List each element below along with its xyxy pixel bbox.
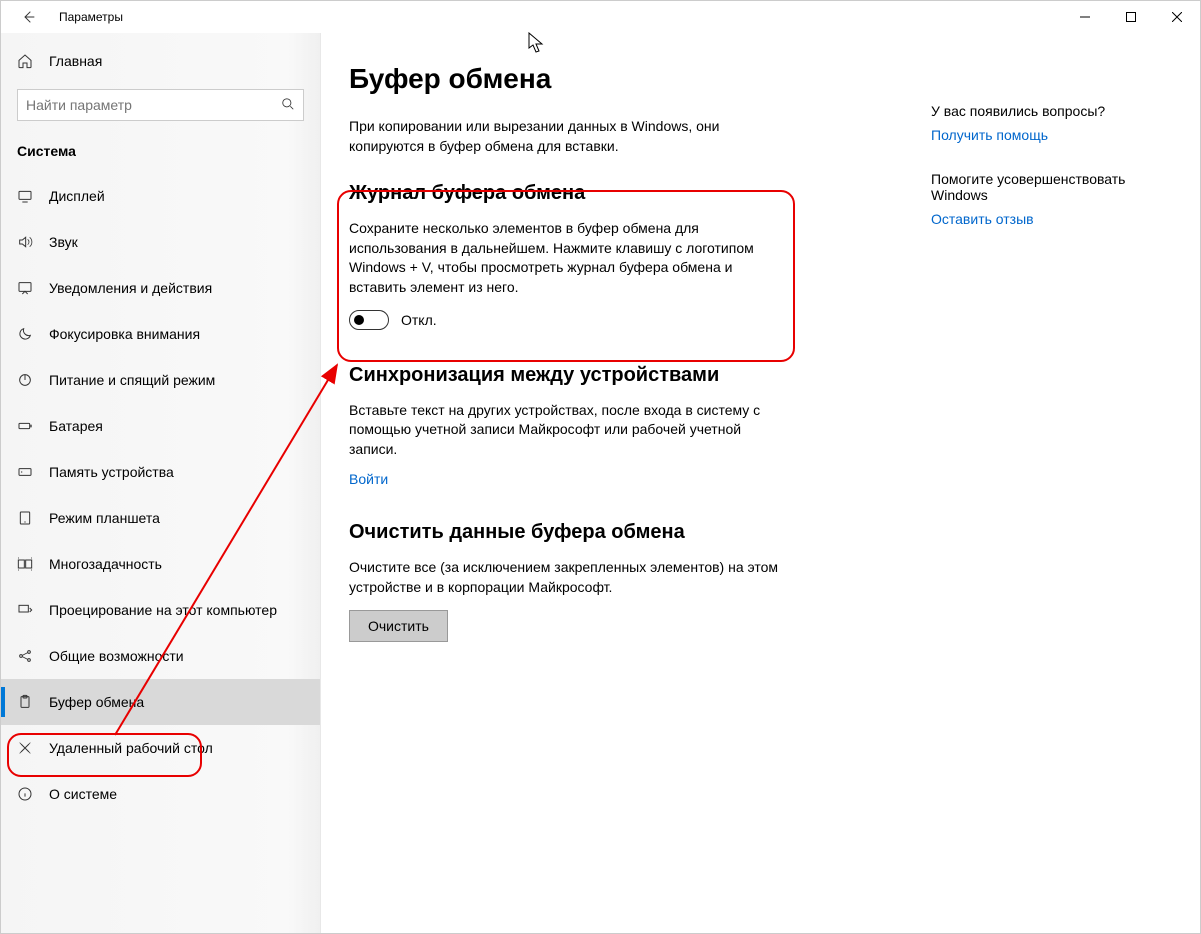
nav-item-tablet-mode[interactable]: Режим планшета xyxy=(1,495,320,541)
close-button[interactable] xyxy=(1154,1,1200,33)
sync-signin-link[interactable]: Войти xyxy=(349,471,388,487)
main-area: Буфер обмена При копировании или вырезан… xyxy=(321,33,1200,933)
nav-item-storage[interactable]: Память устройства xyxy=(1,449,320,495)
power-icon xyxy=(17,372,33,388)
remote-desktop-icon xyxy=(17,740,33,756)
battery-icon xyxy=(17,418,33,434)
clear-button[interactable]: Очистить xyxy=(349,610,448,642)
nav-item-label: Фокусировка внимания xyxy=(49,326,200,342)
maximize-icon xyxy=(1126,12,1136,22)
clear-heading: Очистить данные буфера обмена xyxy=(349,521,881,544)
nav-item-shared-experiences[interactable]: Общие возможности xyxy=(1,633,320,679)
nav-item-notifications[interactable]: Уведомления и действия xyxy=(1,265,320,311)
nav-item-sound[interactable]: Звук xyxy=(1,219,320,265)
search-box[interactable] xyxy=(17,89,304,121)
questions-heading: У вас появились вопросы? xyxy=(931,103,1161,119)
nav-item-about[interactable]: О системе xyxy=(1,771,320,817)
nav-item-display[interactable]: Дисплей xyxy=(1,173,320,219)
intro-text: При копировании или вырезании данных в W… xyxy=(349,117,789,156)
nav-item-label: Звук xyxy=(49,234,78,250)
nav-item-label: Общие возможности xyxy=(49,648,184,664)
nav-item-power[interactable]: Питание и спящий режим xyxy=(1,357,320,403)
toggle-thumb xyxy=(354,315,364,325)
nav-item-projecting[interactable]: Проецирование на этот компьютер xyxy=(1,587,320,633)
info-icon xyxy=(17,786,33,802)
nav-home-label: Главная xyxy=(49,53,102,69)
tablet-icon xyxy=(17,510,33,526)
nav-item-multitasking[interactable]: Многозадачность xyxy=(1,541,320,587)
sound-icon xyxy=(17,234,33,250)
sidebar: Главная Система Дисплей Звук xyxy=(1,33,321,933)
section-clipboard-history: Журнал буфера обмена Сохраните несколько… xyxy=(349,182,881,329)
section-clear: Очистить данные буфера обмена Очистите в… xyxy=(349,521,881,641)
improve-heading: Помогите усовершенствовать Windows xyxy=(931,171,1161,203)
history-text: Сохраните несколько элементов в буфер об… xyxy=(349,219,789,297)
minimize-icon xyxy=(1080,12,1090,22)
close-icon xyxy=(1172,12,1182,22)
nav-list: Дисплей Звук Уведомления и действия Фоку… xyxy=(1,173,320,817)
history-heading: Журнал буфера обмена xyxy=(349,182,881,205)
display-icon xyxy=(17,188,33,204)
nav-home[interactable]: Главная xyxy=(1,41,320,81)
storage-icon xyxy=(17,464,33,480)
nav-item-label: Буфер обмена xyxy=(49,694,144,710)
sync-text: Вставьте текст на других устройствах, по… xyxy=(349,401,789,460)
settings-window: Параметры Главная xyxy=(0,0,1201,934)
maximize-button[interactable] xyxy=(1108,1,1154,33)
titlebar: Параметры xyxy=(1,1,1200,33)
home-icon xyxy=(17,53,33,69)
nav-item-focus-assist[interactable]: Фокусировка внимания xyxy=(1,311,320,357)
nav-item-clipboard[interactable]: Буфер обмена xyxy=(1,679,320,725)
shared-icon xyxy=(17,648,33,664)
nav-item-label: Многозадачность xyxy=(49,556,162,572)
nav-item-label: О системе xyxy=(49,786,117,802)
toggle-track[interactable] xyxy=(349,310,389,330)
nav-item-remote-desktop[interactable]: Удаленный рабочий стол xyxy=(1,725,320,771)
nav-item-label: Проецирование на этот компьютер xyxy=(49,602,277,618)
page-title: Буфер обмена xyxy=(349,63,881,95)
get-help-link[interactable]: Получить помощь xyxy=(931,127,1161,143)
nav-item-label: Уведомления и действия xyxy=(49,280,212,296)
back-button[interactable] xyxy=(9,1,49,33)
section-sync: Синхронизация между устройствами Вставьт… xyxy=(349,364,881,488)
nav-item-label: Режим планшета xyxy=(49,510,160,526)
search-icon xyxy=(281,97,295,114)
sync-heading: Синхронизация между устройствами xyxy=(349,364,881,387)
history-toggle[interactable]: Откл. xyxy=(349,310,881,330)
nav-item-label: Питание и спящий режим xyxy=(49,372,215,388)
feedback-link[interactable]: Оставить отзыв xyxy=(931,211,1161,227)
sidebar-group-system: Система xyxy=(1,133,320,173)
nav-item-label: Дисплей xyxy=(49,188,105,204)
notifications-icon xyxy=(17,280,33,296)
toggle-label: Откл. xyxy=(401,312,437,328)
arrow-left-icon xyxy=(21,9,37,25)
clipboard-icon xyxy=(17,694,33,710)
multitasking-icon xyxy=(17,556,33,572)
nav-item-label: Удаленный рабочий стол xyxy=(49,740,213,756)
window-title: Параметры xyxy=(49,10,123,24)
content: Буфер обмена При копировании или вырезан… xyxy=(321,33,921,933)
clear-text: Очистите все (за исключением закрепленны… xyxy=(349,558,789,597)
nav-item-label: Память устройства xyxy=(49,464,174,480)
minimize-button[interactable] xyxy=(1062,1,1108,33)
projecting-icon xyxy=(17,602,33,618)
nav-item-label: Батарея xyxy=(49,418,103,434)
search-input[interactable] xyxy=(26,97,281,113)
moon-icon xyxy=(17,326,33,342)
right-pane: У вас появились вопросы? Получить помощь… xyxy=(921,33,1181,933)
nav-item-battery[interactable]: Батарея xyxy=(1,403,320,449)
